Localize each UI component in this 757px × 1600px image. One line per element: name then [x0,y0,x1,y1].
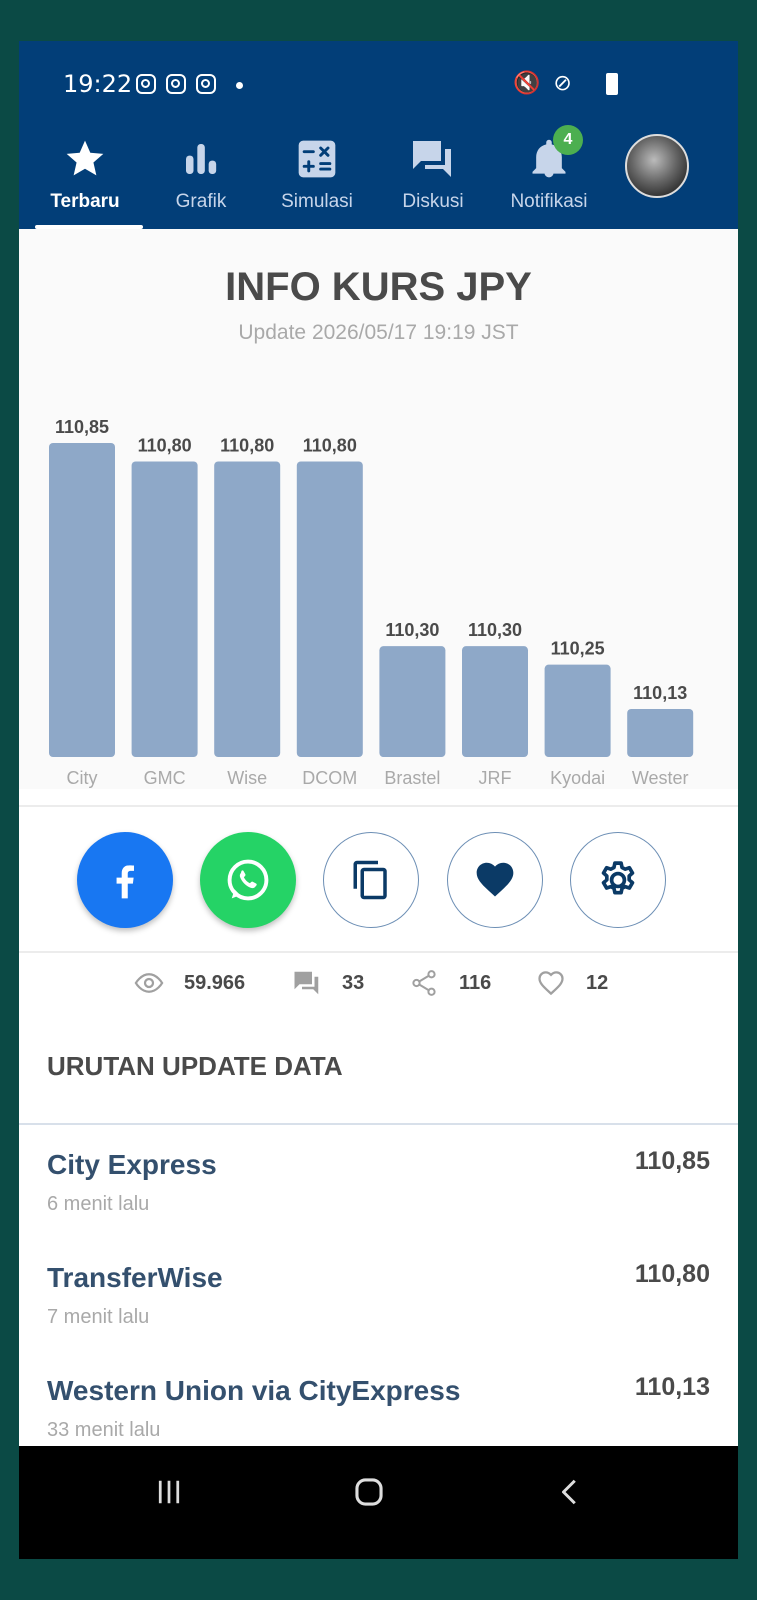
rate-value: 110,85 [634,1147,710,1175]
chart-bar-dcom [296,461,363,757]
favorite-button[interactable] [447,832,543,928]
instagram-icon [196,74,216,94]
back-icon [562,1479,576,1505]
status-time: 19:22 [63,70,133,98]
chart-category-label: GMC [144,768,186,788]
avatar[interactable] [625,134,689,198]
home-icon [355,1478,383,1506]
app-screen: 19:22 🔇 ⊘ Terbaru Grafik Simulasi Diskus… [19,41,738,1559]
tab-terbaru[interactable]: Terbaru [27,127,143,229]
tab-diskusi[interactable]: Diskusi [375,127,491,229]
bell-icon [491,135,607,183]
recent-apps-icon [158,1480,180,1504]
chart-value-label: 110,80 [220,435,274,455]
list-item[interactable]: City Express 6 menit lalu 110,85 [19,1125,738,1238]
chart-bar-brastel [379,646,446,757]
chart-category-label: DCOM [302,768,357,788]
comments-stat: 33 [292,953,364,1013]
tab-label: Terbaru [50,191,120,212]
status-bar: 19:22 🔇 ⊘ [19,41,738,127]
chart-value-label: 110,30 [385,620,439,640]
top-nav: Terbaru Grafik Simulasi Diskusi 4 Notifi… [19,125,738,229]
list-item[interactable]: TransferWise 7 menit lalu 110,80 [19,1238,738,1351]
chart-value-label: 110,80 [138,435,192,455]
chart-value-label: 110,85 [55,417,109,437]
rate-value: 110,13 [634,1373,710,1401]
tab-notifikasi[interactable]: 4 Notifikasi [491,125,607,229]
tab-simulasi[interactable]: Simulasi [259,127,375,229]
eye-icon [134,973,164,993]
calculator-icon [259,135,375,183]
chart-bar-gmc [131,461,198,757]
heart-icon [476,862,514,897]
share-icon [412,970,436,996]
battery-icon [606,73,618,95]
gear-icon [601,861,635,895]
likes-stat: 12 [536,953,608,1013]
likes-count: 12 [586,971,609,994]
provider-name: Western Union via CityExpress [47,1375,461,1406]
chart-category-label: Kyodai [550,768,605,788]
recent-apps-button[interactable] [149,1472,189,1512]
comments-count: 33 [342,971,365,994]
whatsapp-icon [227,859,269,901]
chart-category-label: Wester [632,768,689,788]
update-ago: 6 menit lalu [47,1193,150,1215]
notification-badge: 4 [553,125,583,155]
copy-button[interactable] [323,832,419,928]
rate-chart-card: INFO KURS JPY Update 2026/05/17 19:19 JS… [19,229,738,789]
list-header: URUTAN UPDATE DATA [47,1051,343,1081]
chart-value-label: 110,80 [303,435,357,455]
tab-label: Grafik [175,191,227,212]
share-row [19,808,738,950]
stats-row: 59.966 33 116 12 [19,953,738,1013]
chart-category-label: JRF [479,768,512,788]
chart-category-label: City [67,768,98,788]
chart-category-label: Wise [227,768,267,788]
bar-chart: 110,85 City 110,80 GMC 110,80 Wise 110,80 DCOM 1… [49,417,694,788]
chart-bar-wise [214,461,281,757]
chart-bar-western-city [627,708,694,757]
update-ago: 7 menit lalu [47,1306,150,1328]
views-stat: 59.966 [134,953,245,1013]
tab-label: Notifikasi [510,191,588,212]
update-ago: 33 menit lalu [47,1419,161,1441]
chat-icon [375,135,491,183]
chart-bar-kyodai [544,664,611,757]
shares-count: 116 [459,971,492,994]
provider-name: TransferWise [47,1262,223,1293]
shares-stat: 116 [409,953,491,1013]
rate-value: 110,80 [634,1260,710,1288]
instagram-icon [136,74,156,94]
facebook-icon [116,865,134,899]
chart-value-label: 110,30 [468,620,522,640]
provider-name: City Express [47,1149,217,1180]
divider [19,805,738,807]
facebook-share-button[interactable] [77,832,173,928]
chart-bar-jrf [462,646,528,757]
copy-icon [353,860,387,900]
chart-value-label: 110,25 [551,639,605,659]
whatsapp-share-button[interactable] [200,832,296,928]
app-header: 19:22 🔇 ⊘ Terbaru Grafik Simulasi Diskus… [19,41,738,229]
home-button[interactable] [348,1472,390,1512]
tab-grafik[interactable]: Grafik [143,127,259,229]
views-count: 59.966 [184,971,246,994]
settings-button[interactable] [570,832,666,928]
system-nav-bar [19,1446,738,1559]
back-button[interactable] [551,1472,591,1512]
chart-value-label: 110,13 [633,683,687,703]
chart-bar-city [49,443,115,757]
status-icons: 🔇 ⊘ [513,71,575,96]
notification-dot-icon [236,82,243,89]
instagram-icon [166,74,186,94]
tab-label: Diskusi [402,191,464,212]
chart-category-label: Brastel [384,768,440,788]
bar-chart-icon [143,135,259,183]
heart-outline-icon [538,971,564,996]
tab-label: Simulasi [281,191,353,212]
comment-icon [294,971,319,995]
star-icon [27,135,143,183]
